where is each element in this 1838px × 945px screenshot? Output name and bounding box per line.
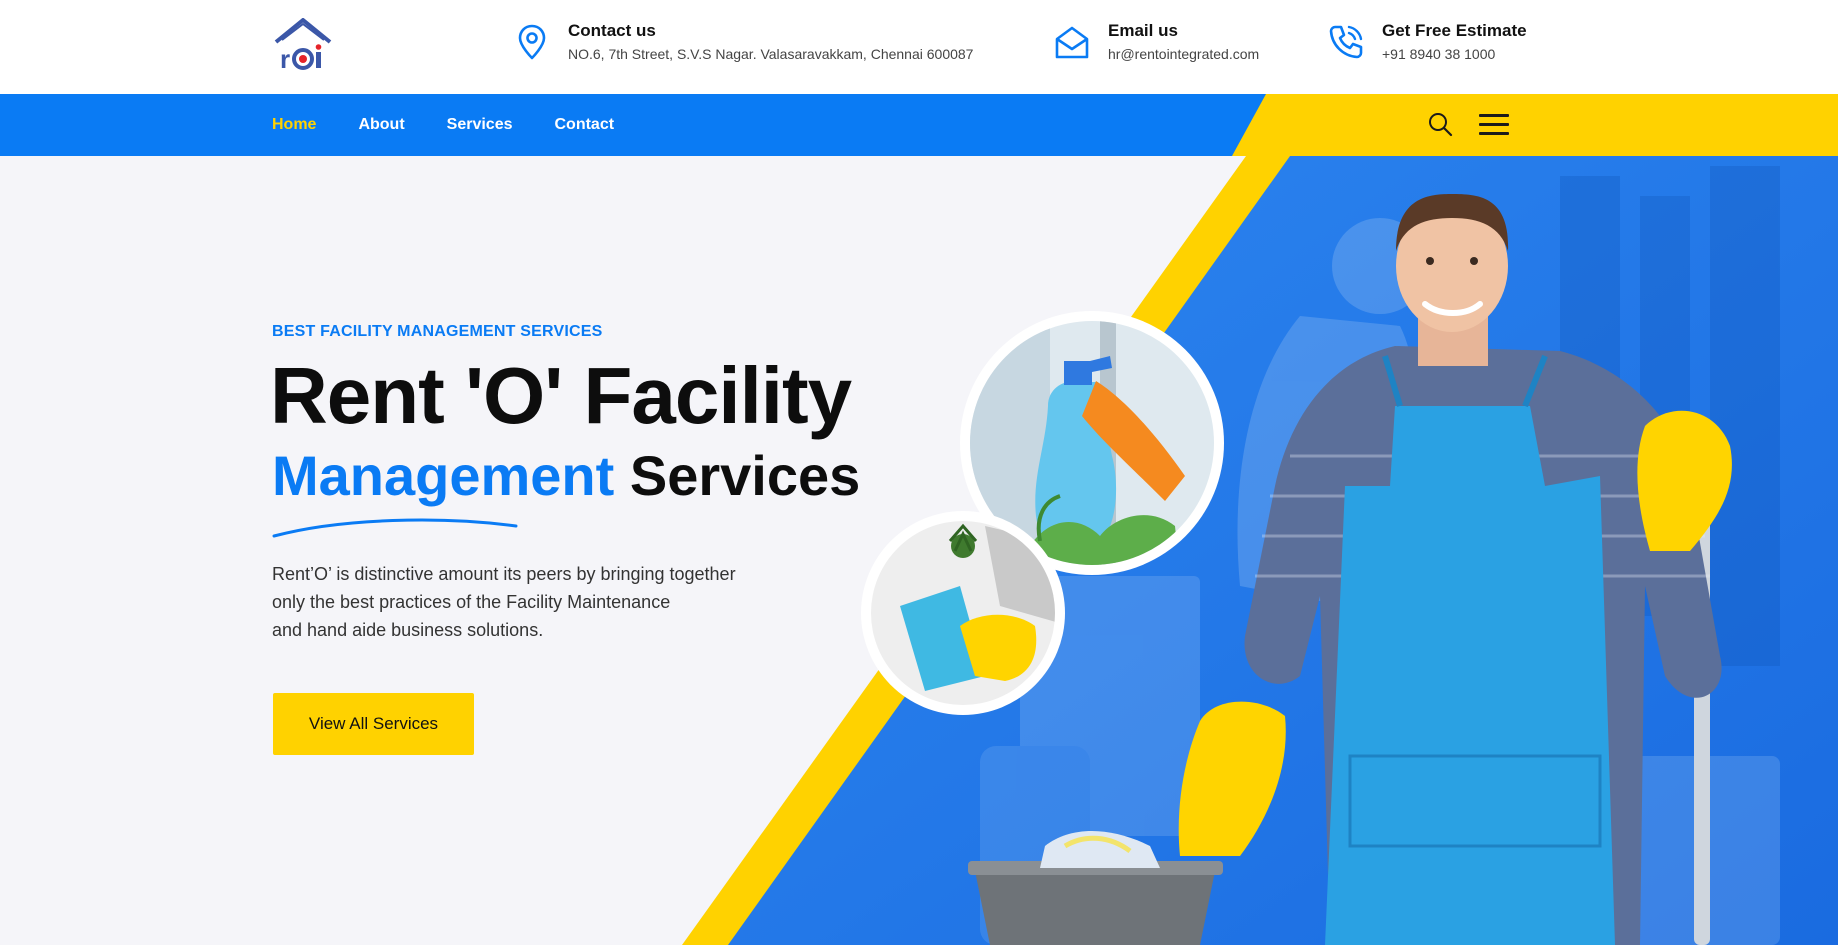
contact-address: Contact us NO.6, 7th Street, S.V.S Nagar… [512,20,973,66]
contact-phone: Get Free Estimate +91 8940 38 1000 [1326,20,1527,66]
title-underline-swoosh [272,518,518,538]
svg-text:r: r [280,44,290,72]
contact-title: Contact us [568,21,656,40]
nav-item-home[interactable]: Home [272,116,316,134]
hero-title-line-2: Management Services [272,442,860,509]
estimate-title: Get Free Estimate [1382,21,1527,40]
hero-description-line: Rent’O’ is distinctive amount its peers … [272,564,736,584]
map-pin-icon [518,24,546,60]
email-title: Email us [1108,21,1178,40]
contact-email: Email us hr@rentointegrated.com [1052,20,1259,66]
hero-eyebrow: BEST FACILITY MANAGEMENT SERVICES [272,323,603,340]
view-all-services-button[interactable]: View All Services [273,693,474,755]
hero-description: Rent’O’ is distinctive amount its peers … [272,560,832,644]
hero-title-line-1: Rent 'O' Facility [270,351,852,440]
hero-title-accent: Management [272,444,615,507]
hero-description-line: and hand aide business solutions. [272,620,544,640]
search-icon[interactable] [1426,110,1454,138]
phone-number[interactable]: +91 8940 38 1000 [1382,42,1527,66]
main-nav: Home About Services Contact [0,94,1838,156]
top-header: r Contact us NO.6, 7th Street, S.V.S Nag… [0,0,1838,94]
nav-links: Home About Services Contact [272,94,656,156]
email-address[interactable]: hr@rentointegrated.com [1108,42,1259,66]
hero-illustration [682,156,1838,945]
hero-title-rest: Services [629,444,861,507]
nav-item-contact[interactable]: Contact [555,116,615,134]
hero-description-line: only the best practices of the Facility … [272,592,671,612]
hero-section: BEST FACILITY MANAGEMENT SERVICES Rent '… [0,156,1838,945]
page: r Contact us NO.6, 7th Street, S.V.S Nag… [0,0,1838,945]
nav-item-about[interactable]: About [358,116,404,134]
nav-item-services[interactable]: Services [447,116,513,134]
phone-icon [1329,25,1363,59]
hamburger-menu-icon[interactable] [1478,111,1510,139]
site-logo[interactable]: r [272,18,334,74]
envelope-icon [1055,26,1089,59]
contact-address-text: NO.6, 7th Street, S.V.S Nagar. Valasarav… [568,46,974,62]
